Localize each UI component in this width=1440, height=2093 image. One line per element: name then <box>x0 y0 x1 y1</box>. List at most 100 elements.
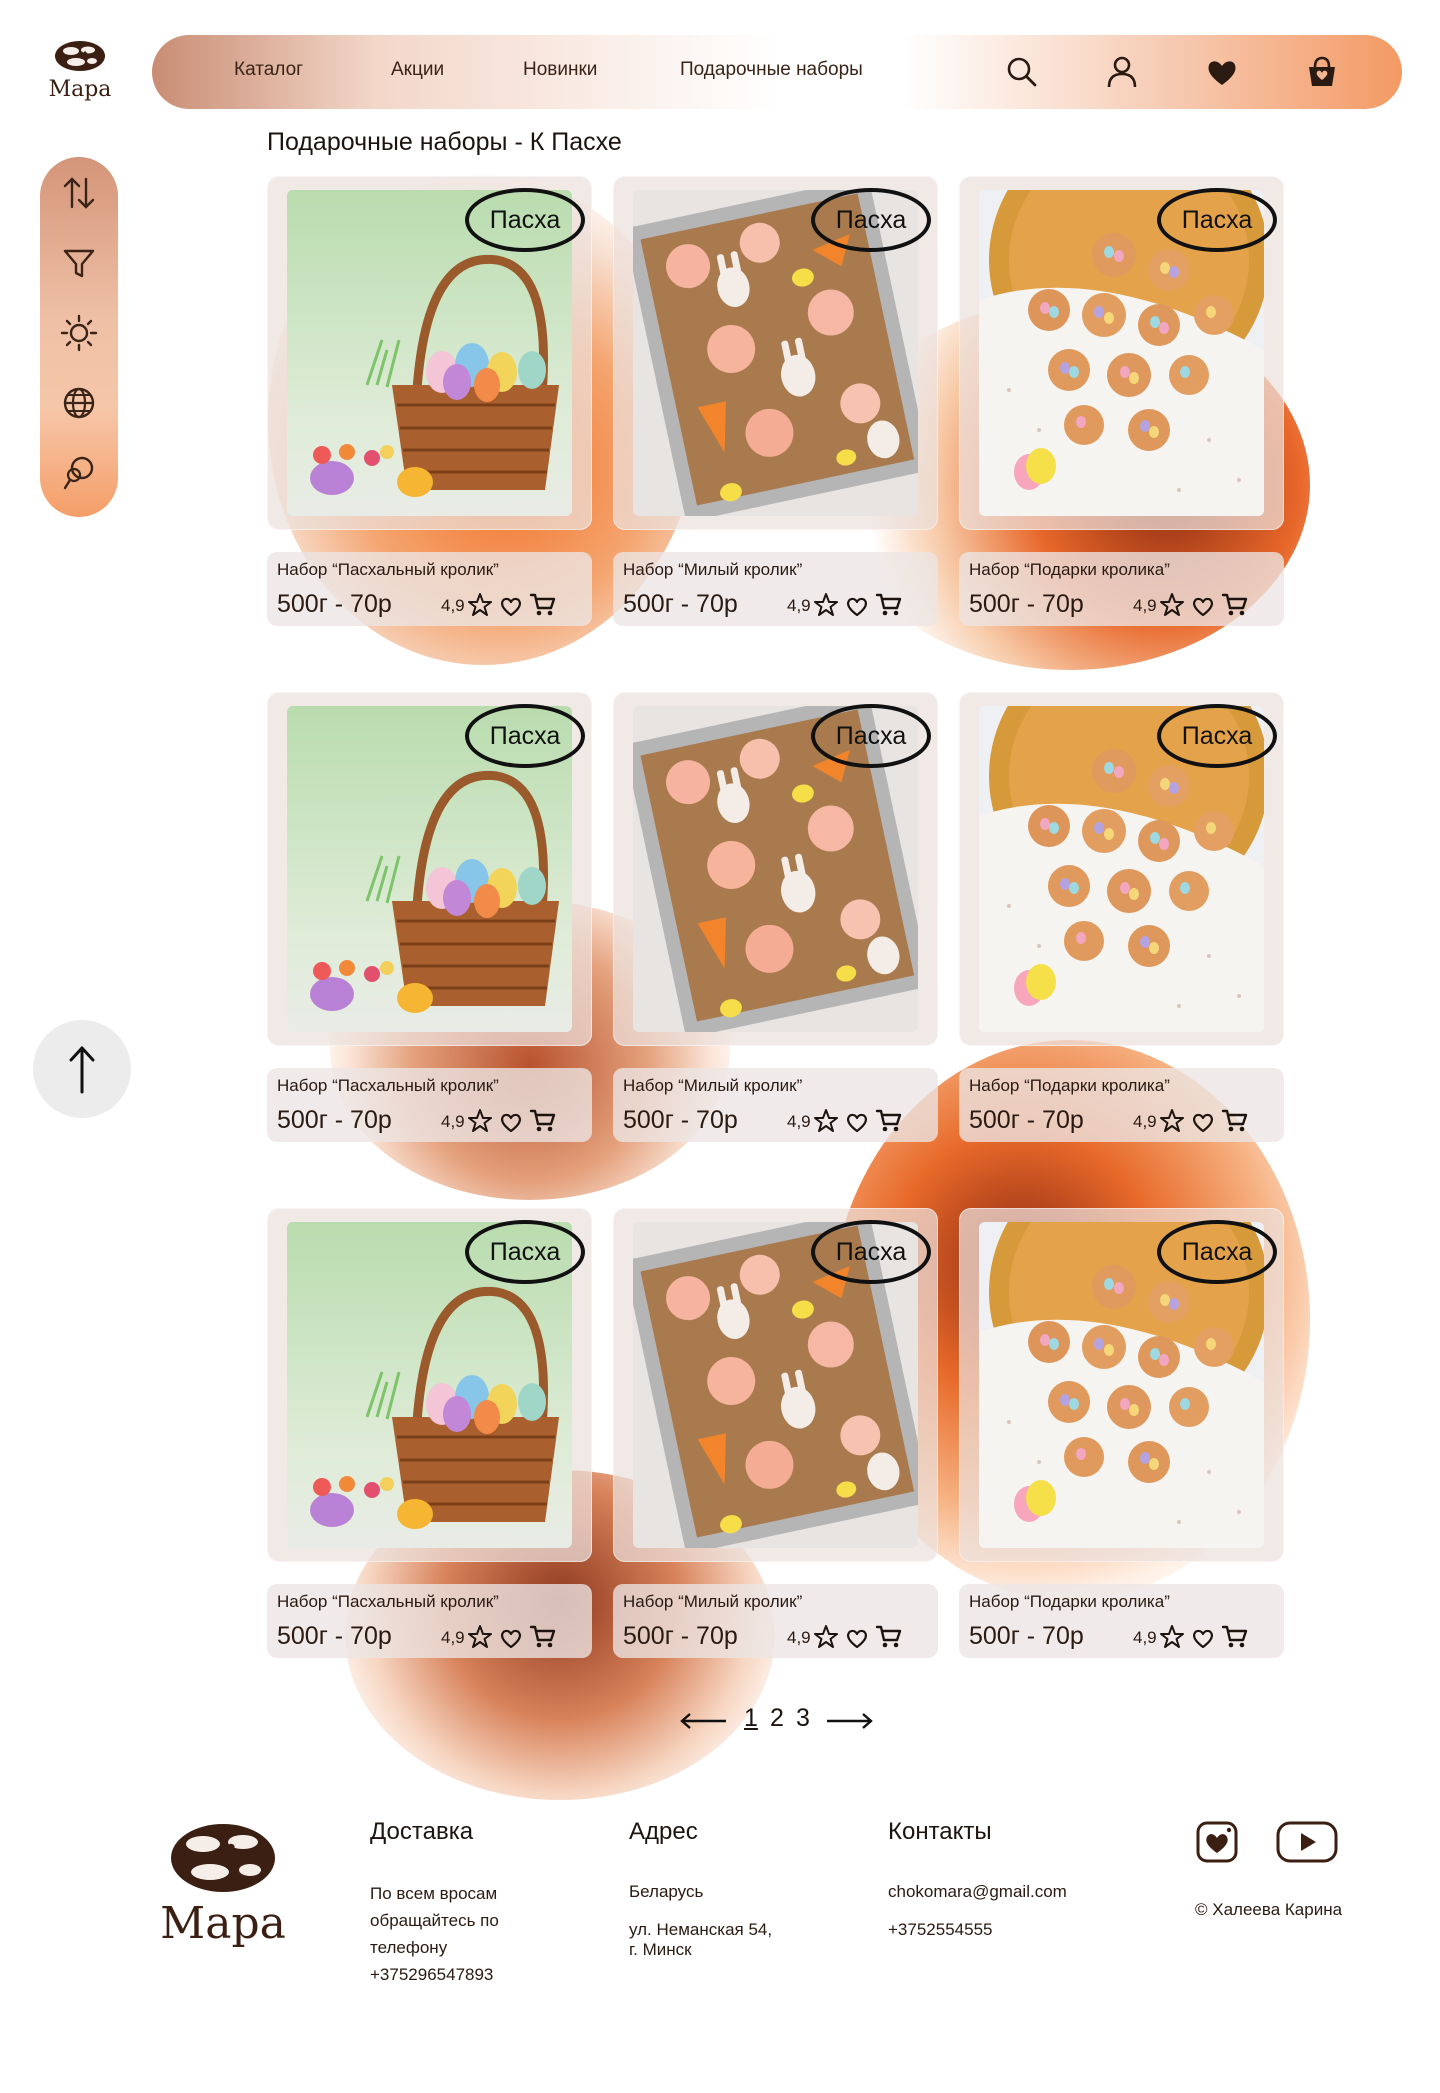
product-info: Набор “Пасхальный кролик” 500г - 70р 4,9 <box>267 1584 592 1658</box>
product-tag-badge: Пасха <box>1157 704 1277 768</box>
product-card[interactable]: Пасха Набор “Пасхальный кролик” 500г - 7… <box>267 176 592 626</box>
product-price: 500г - 70р <box>623 1622 738 1650</box>
favorite-heart-icon[interactable] <box>499 1110 523 1134</box>
product-card[interactable]: Пасха Набор “Подарки кролика” 500г - 70р… <box>959 1208 1284 1658</box>
favorite-heart-icon[interactable] <box>499 594 523 618</box>
star-icon <box>814 1109 838 1132</box>
product-image-frame[interactable]: Пасха <box>959 692 1284 1046</box>
product-card[interactable]: Пасха Набор “Пасхальный кролик” 500г - 7… <box>267 1208 592 1658</box>
favorite-heart-icon[interactable] <box>1191 1626 1215 1650</box>
add-to-cart-icon[interactable] <box>1221 592 1249 618</box>
favorite-heart-icon[interactable] <box>1191 1110 1215 1134</box>
product-name[interactable]: Набор “Милый кролик” <box>623 1592 802 1612</box>
nav-link-gift-sets[interactable]: Подарочные наборы <box>680 59 863 81</box>
globe-icon[interactable] <box>59 383 99 423</box>
product-rating: 4,9 <box>1133 1112 1157 1131</box>
page-link-2[interactable]: 2 <box>770 1704 784 1733</box>
product-image-frame[interactable]: Пасха <box>267 692 592 1046</box>
add-to-cart-icon[interactable] <box>875 592 903 618</box>
product-price: 500г - 70р <box>969 590 1084 618</box>
filter-icon[interactable] <box>59 243 99 283</box>
product-image-frame[interactable]: Пасха <box>267 1208 592 1562</box>
add-to-cart-icon[interactable] <box>529 1624 557 1650</box>
sort-icon[interactable] <box>59 173 99 213</box>
product-name[interactable]: Набор “Подарки кролика” <box>969 1592 1170 1612</box>
product-rating: 4,9 <box>1133 1628 1157 1647</box>
product-info: Набор “Подарки кролика” 500г - 70р 4,9 <box>959 552 1284 626</box>
favorite-heart-icon[interactable] <box>845 594 869 618</box>
bag-icon[interactable] <box>1303 53 1341 91</box>
prev-page-icon[interactable] <box>680 1712 728 1730</box>
footer-address-city: г. Минск <box>629 1940 692 1959</box>
brand-logo[interactable]: Мара <box>40 38 120 108</box>
product-price: 500г - 70р <box>623 1106 738 1134</box>
product-name[interactable]: Набор “Подарки кролика” <box>969 1076 1170 1096</box>
page-link-3[interactable]: 3 <box>796 1704 810 1733</box>
product-tag-badge: Пасха <box>465 188 585 252</box>
add-to-cart-icon[interactable] <box>875 1624 903 1650</box>
nav-link-catalog[interactable]: Каталог <box>234 59 303 81</box>
footer-phone-link[interactable]: +3752554555 <box>888 1916 992 1943</box>
sun-icon[interactable] <box>59 313 99 353</box>
heart-icon[interactable] <box>1203 53 1241 91</box>
footer-logo[interactable]: Мара <box>148 1820 298 1960</box>
product-tag-badge: Пасха <box>811 704 931 768</box>
product-rating: 4,9 <box>787 596 811 615</box>
product-card[interactable]: Пасха Набор “Милый кролик” 500г - 70р 4,… <box>613 1208 938 1658</box>
product-card[interactable]: Пасха Набор “Пасхальный кролик” 500г - 7… <box>267 692 592 1142</box>
product-card[interactable]: Пасха Набор “Милый кролик” 500г - 70р 4,… <box>613 176 938 626</box>
star-icon <box>1160 593 1184 616</box>
favorite-heart-icon[interactable] <box>499 1626 523 1650</box>
user-icon[interactable] <box>1103 53 1141 91</box>
product-image-frame[interactable]: Пасха <box>613 176 938 530</box>
product-name[interactable]: Набор “Пасхальный кролик” <box>277 560 499 580</box>
top-navigation: Каталог Акции Новинки Подарочные наборы <box>152 35 1402 109</box>
footer-delivery-phone[interactable]: +375296547893 <box>370 1961 493 1988</box>
add-to-cart-icon[interactable] <box>1221 1108 1249 1134</box>
product-tag-badge: Пасха <box>465 1220 585 1284</box>
product-name[interactable]: Набор “Милый кролик” <box>623 1076 802 1096</box>
next-page-icon[interactable] <box>825 1712 873 1730</box>
product-info: Набор “Подарки кролика” 500г - 70р 4,9 <box>959 1584 1284 1658</box>
product-name[interactable]: Набор “Пасхальный кролик” <box>277 1076 499 1096</box>
footer-contacts-title: Контакты <box>888 1818 992 1845</box>
product-image-frame[interactable]: Пасха <box>959 176 1284 530</box>
product-rating: 4,9 <box>441 1628 465 1647</box>
add-to-cart-icon[interactable] <box>1221 1624 1249 1650</box>
favorite-heart-icon[interactable] <box>845 1626 869 1650</box>
scroll-top-button[interactable] <box>33 1020 131 1118</box>
product-image-frame[interactable]: Пасха <box>959 1208 1284 1562</box>
favorite-heart-icon[interactable] <box>845 1110 869 1134</box>
nav-link-new[interactable]: Новинки <box>523 59 597 81</box>
footer-delivery-line: обращайтесь по <box>370 1911 499 1930</box>
product-tag-badge: Пасха <box>465 704 585 768</box>
product-card[interactable]: Пасха Набор “Подарки кролика” 500г - 70р… <box>959 692 1284 1142</box>
product-rating: 4,9 <box>441 596 465 615</box>
footer-delivery-line: телефону <box>370 1938 448 1957</box>
product-tag-badge: Пасха <box>1157 188 1277 252</box>
product-card[interactable]: Пасха Набор “Милый кролик” 500г - 70р 4,… <box>613 692 938 1142</box>
product-image-frame[interactable]: Пасха <box>267 176 592 530</box>
idea-icon[interactable] <box>59 453 99 493</box>
favorite-heart-icon[interactable] <box>1191 594 1215 618</box>
instagram-icon[interactable] <box>1195 1820 1239 1864</box>
nav-link-sales[interactable]: Акции <box>391 59 444 81</box>
product-rating: 4,9 <box>441 1112 465 1131</box>
footer-email-link[interactable]: chokomara@gmail.com <box>888 1878 1067 1905</box>
add-to-cart-icon[interactable] <box>875 1108 903 1134</box>
add-to-cart-icon[interactable] <box>529 592 557 618</box>
product-name[interactable]: Набор “Пасхальный кролик” <box>277 1592 499 1612</box>
product-image-frame[interactable]: Пасха <box>613 692 938 1046</box>
logo-mark-icon <box>55 41 105 71</box>
product-name[interactable]: Набор “Милый кролик” <box>623 560 802 580</box>
footer-address-title: Адрес <box>629 1818 698 1845</box>
product-image-frame[interactable]: Пасха <box>613 1208 938 1562</box>
product-card[interactable]: Пасха Набор “Подарки кролика” 500г - 70р… <box>959 176 1284 626</box>
page-link-1[interactable]: 1 <box>744 1704 758 1733</box>
product-rating: 4,9 <box>787 1112 811 1131</box>
product-price: 500г - 70р <box>277 1622 392 1650</box>
search-icon[interactable] <box>1003 53 1041 91</box>
youtube-icon[interactable] <box>1275 1820 1339 1864</box>
product-name[interactable]: Набор “Подарки кролика” <box>969 560 1170 580</box>
add-to-cart-icon[interactable] <box>529 1108 557 1134</box>
